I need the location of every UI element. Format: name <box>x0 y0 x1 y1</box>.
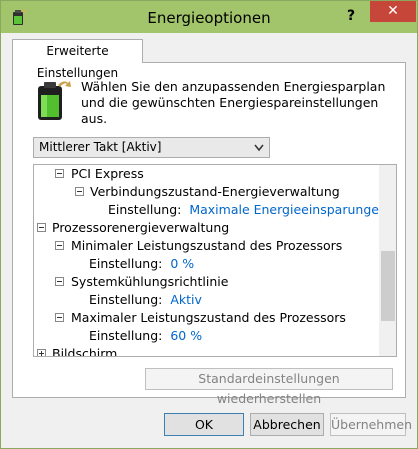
minus-box-icon[interactable] <box>37 223 46 232</box>
minus-box-icon[interactable] <box>55 277 64 286</box>
setting-label: Einstellung: <box>108 202 182 217</box>
settings-tree: PCI Express Verbindungszustand-Energieve… <box>33 164 397 357</box>
scrollbar-thumb[interactable] <box>381 251 395 321</box>
power-options-window: Energieoptionen ? ✕ Erweiterte Einstellu… <box>0 0 418 449</box>
setting-label: Einstellung: <box>89 328 163 343</box>
apply-button[interactable]: Übernehmen <box>330 413 412 436</box>
plan-description: Wählen Sie den anzupassenden Energiespar… <box>81 79 386 126</box>
setting-value[interactable]: 0 % <box>170 256 194 271</box>
setting-label: Einstellung: <box>89 292 163 307</box>
tree-item-label: Minimaler Leistungszustand des Prozessor… <box>71 238 343 253</box>
close-button[interactable]: ✕ <box>370 1 416 22</box>
setting-value[interactable]: Aktiv <box>170 292 202 307</box>
tab-advanced-settings[interactable]: Erweiterte Einstellungen <box>12 39 143 80</box>
ok-button[interactable]: OK <box>164 413 244 436</box>
tree-setting-link-state[interactable]: Einstellung: Maximale Energieeinsparunge… <box>108 201 387 219</box>
cancel-button[interactable]: Abbrechen <box>250 413 324 436</box>
minus-box-icon[interactable] <box>55 313 64 322</box>
restore-defaults-button[interactable]: Standardeinstellungen wiederherstellen <box>145 368 393 406</box>
chevron-down-icon <box>254 144 264 152</box>
tree-item-label: Systemkühlungsrichtlinie <box>71 274 229 289</box>
power-plan-select[interactable]: Mittlerer Takt [Aktiv] <box>33 137 270 158</box>
setting-value[interactable]: 60 % <box>170 328 202 343</box>
help-button[interactable]: ? <box>341 5 361 27</box>
tree-item-label: Maximaler Leistungszustand des Prozessor… <box>71 310 346 325</box>
tree-scrollbar[interactable] <box>379 165 396 356</box>
tree-item-label: PCI Express <box>71 166 144 181</box>
setting-value[interactable]: Maximale Energieeinsparungen <box>189 202 387 217</box>
setting-label: Einstellung: <box>89 256 163 271</box>
tree-item-label: Prozessorenergieverwaltung <box>52 220 230 235</box>
tree-item-label: Verbindungszustand-Energieverwaltung <box>90 184 340 199</box>
tree-item-label: Bildschirm <box>52 346 118 357</box>
title-bar: Energieoptionen ? ✕ <box>1 1 417 33</box>
tree-setting-cooling[interactable]: Einstellung: Aktiv <box>89 291 202 309</box>
plus-box-icon[interactable] <box>37 349 46 356</box>
tree-setting-max-state[interactable]: Einstellung: 60 % <box>89 327 202 345</box>
minus-box-icon[interactable] <box>75 187 84 196</box>
tree-setting-min-state[interactable]: Einstellung: 0 % <box>89 255 194 273</box>
settings-panel: Wählen Sie den anzupassenden Energiespar… <box>12 62 406 406</box>
power-plan-select-value: Mittlerer Takt [Aktiv] <box>39 140 162 154</box>
minus-box-icon[interactable] <box>55 169 64 178</box>
minus-box-icon[interactable] <box>55 241 64 250</box>
